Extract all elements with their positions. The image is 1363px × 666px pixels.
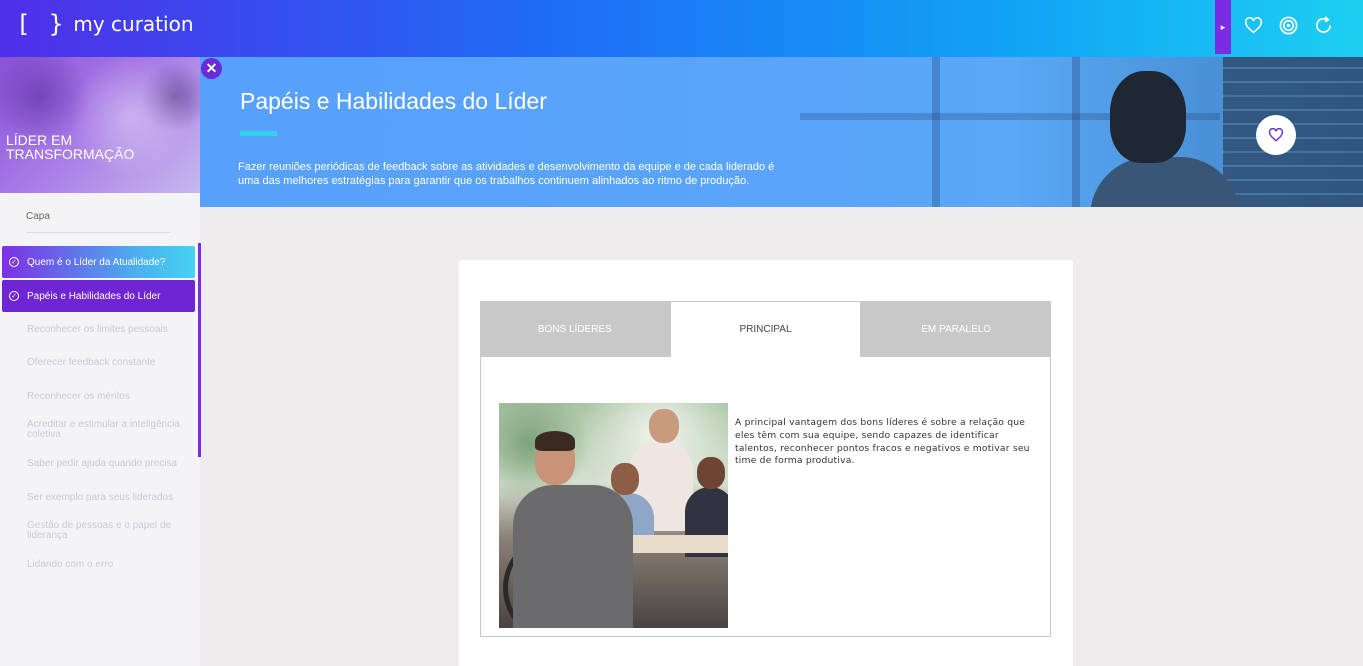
sidebar-item-label: Quem é o Líder da Atualidade? — [27, 256, 166, 268]
title-accent-bar — [240, 131, 277, 136]
team-photo — [499, 403, 728, 628]
logo-text: my curation — [73, 12, 194, 36]
check-circle-icon: ✓ — [9, 257, 19, 267]
course-cover-image — [0, 57, 200, 193]
favorite-button[interactable] — [1256, 115, 1296, 155]
tab-principal[interactable]: PRINCIPAL — [669, 301, 862, 357]
lesson-banner: Papéis e Habilidades do Líder Fazer reun… — [200, 57, 1363, 207]
tab-em-paralelo[interactable]: EM PARALELO — [861, 301, 1052, 357]
banner-person-image — [1090, 71, 1240, 207]
content-card: BONS LÍDERES PRINCIPAL EM PARALELO A pri… — [459, 260, 1073, 666]
sidebar-item[interactable]: Saber pedir ajuda quando precisa — [27, 459, 192, 469]
sidebar-item[interactable]: Oferecer feedback constante — [27, 358, 192, 368]
top-bar: [ } my curation ▸ — [0, 0, 1363, 57]
sidebar-item[interactable]: Ser exemplo para seus liderados — [27, 493, 192, 503]
progress-rail — [198, 243, 201, 457]
divider — [26, 232, 170, 233]
sidebar-item[interactable]: Lidando com o erro — [27, 560, 192, 570]
sidebar-item[interactable]: Gestão de pessoas e o papel de liderança — [27, 521, 192, 541]
panel-text: A principal vantagem dos bons líderes é … — [735, 417, 1030, 467]
sidebar-item[interactable]: Acreditar e estimular a inteligência col… — [27, 420, 192, 440]
heart-outline-icon[interactable] — [1244, 16, 1263, 35]
check-circle-icon: ✓ — [9, 291, 19, 301]
sidebar-item[interactable]: Reconhecer os limites pessoais — [27, 325, 192, 335]
sidebar-item-label: Papéis e Habilidades do Líder — [27, 290, 161, 302]
sidebar-item-completed[interactable]: ✓ Quem é o Líder da Atualidade? — [2, 246, 195, 278]
heart-outline-icon — [1268, 128, 1284, 142]
app-logo[interactable]: [ } my curation — [16, 10, 194, 38]
course-title: LÍDER EM TRANSFORMAÇÃO — [6, 132, 135, 162]
top-actions — [1244, 16, 1333, 35]
chevron-right-icon: ▸ — [1220, 21, 1226, 32]
panel-toggle-button[interactable]: ▸ — [1215, 0, 1231, 54]
course-cover[interactable]: LÍDER EM TRANSFORMAÇÃO — [0, 57, 200, 193]
sidebar-item[interactable]: Reconhecer os méritos — [27, 392, 192, 402]
logo-brackets: [ } — [16, 10, 66, 38]
lesson-description: Fazer reuniões periódicas de feedback so… — [238, 161, 775, 187]
sidebar-item-current[interactable]: ✓ Papéis e Habilidades do Líder — [2, 280, 195, 312]
lesson-title: Papéis e Habilidades do Líder — [240, 88, 547, 114]
refresh-icon[interactable] — [1314, 16, 1333, 35]
target-icon[interactable] — [1279, 16, 1298, 35]
tab-bar: BONS LÍDERES PRINCIPAL EM PARALELO — [480, 301, 1052, 357]
course-sidebar: LÍDER EM TRANSFORMAÇÃO Capa ✓ Quem é o L… — [0, 57, 201, 666]
sidebar-item-capa[interactable]: Capa — [26, 211, 50, 222]
tab-panel: A principal vantagem dos bons líderes é … — [480, 356, 1051, 637]
close-button[interactable]: ✕ — [201, 58, 222, 79]
close-icon: ✕ — [205, 60, 218, 76]
tab-bons-lideres[interactable]: BONS LÍDERES — [480, 301, 670, 357]
